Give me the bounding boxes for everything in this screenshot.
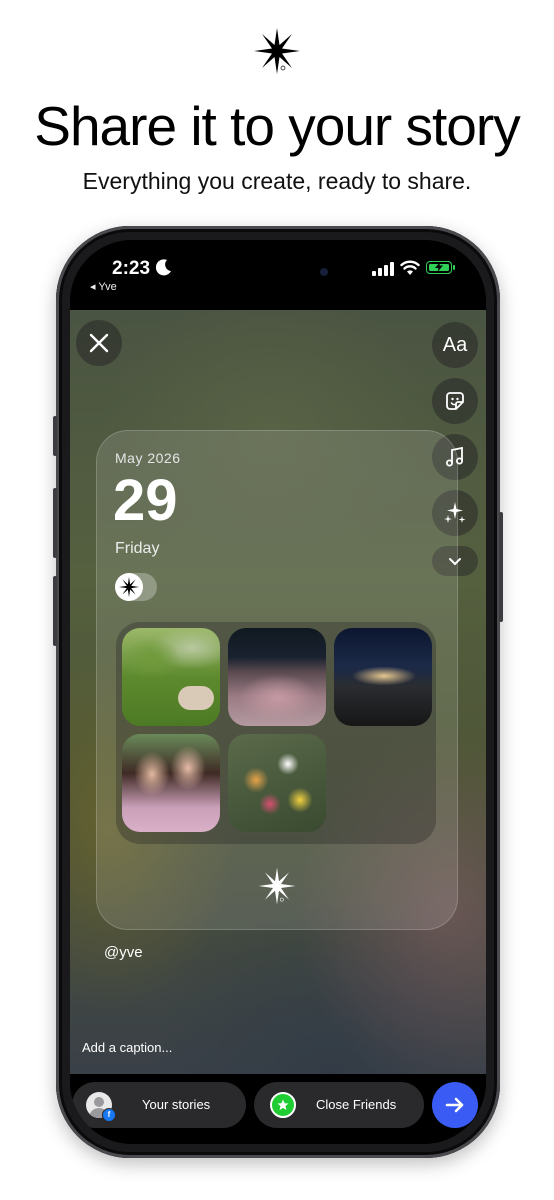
text-icon: Aa	[442, 333, 468, 356]
date-card-sticker[interactable]: May 2026 29 Friday	[96, 430, 458, 930]
phone-mockup: 2:23 ◂ Yve Aa May 2026 29 Friday @yve Ad…	[53, 226, 503, 1158]
close-icon	[89, 333, 109, 353]
dynamic-island	[216, 253, 342, 291]
your-stories-label: Your stories	[142, 1097, 211, 1112]
page-subtitle: Everything you create, ready to share.	[82, 168, 472, 194]
facebook-icon: f	[102, 1108, 116, 1122]
volume-up-button	[53, 488, 57, 558]
status-time: 2:23	[112, 258, 151, 279]
battery-charging-icon	[426, 261, 455, 274]
close-friends-button[interactable]: Close Friends	[254, 1082, 424, 1128]
close-friends-star-icon	[270, 1092, 296, 1118]
camera-icon	[320, 268, 328, 276]
username-handle: @yve	[104, 944, 143, 961]
wifi-icon	[400, 260, 420, 275]
page-title: Share it to your story	[34, 95, 520, 157]
your-stories-button[interactable]: f Your stories	[72, 1082, 246, 1128]
status-bar: 2:23 ◂ Yve	[70, 240, 486, 310]
photo-grid	[116, 622, 436, 844]
friends-selfie-photo	[122, 734, 220, 832]
moon-icon	[156, 259, 171, 276]
volume-down-button	[53, 576, 57, 646]
flower-bouquet-photo	[228, 734, 326, 832]
send-button[interactable]	[432, 1082, 478, 1128]
action-button	[53, 416, 57, 456]
caption-input[interactable]: Add a caption...	[82, 1040, 172, 1055]
phone-screen: 2:23 ◂ Yve Aa May 2026 29 Friday @yve Ad…	[70, 240, 486, 1144]
card-day: 29	[113, 468, 178, 533]
sticker-tool-button[interactable]	[432, 378, 478, 424]
sparkle-star-logo-icon	[254, 28, 300, 74]
card-weekday: Friday	[115, 540, 160, 557]
card-toggle[interactable]	[115, 573, 157, 601]
flower-field-night-photo	[228, 628, 326, 726]
power-button	[499, 512, 503, 622]
arrow-right-icon	[445, 1097, 464, 1113]
share-bar: f Your stories Close Friends	[70, 1074, 486, 1144]
card-month: May 2026	[115, 450, 181, 466]
story-canvas[interactable]: Aa May 2026 29 Friday @yve Add a caption…	[70, 310, 486, 1074]
sparkle-star-logo-icon	[258, 867, 296, 905]
carrier-label: ◂ Yve	[90, 281, 117, 293]
close-friends-label: Close Friends	[316, 1097, 397, 1112]
close-button[interactable]	[76, 320, 122, 366]
night-city-photo	[334, 628, 432, 726]
sticker-icon	[446, 392, 464, 410]
sparkle-star-icon	[118, 576, 140, 598]
text-tool-button[interactable]: Aa	[432, 322, 478, 368]
park-picnic-photo	[122, 628, 220, 726]
signal-icon	[372, 262, 394, 276]
